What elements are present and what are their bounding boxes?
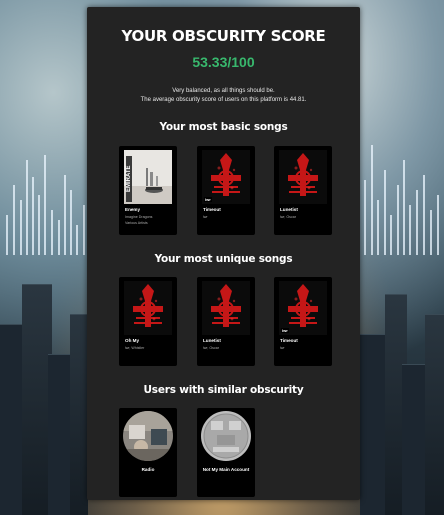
user-avatar — [201, 411, 251, 461]
song-card[interactable]: lwr Timeout lwr — [197, 146, 255, 235]
svg-text:EMIRATE: EMIRATE — [126, 165, 132, 192]
page-title: YOUR OBSCURITY SCORE — [121, 27, 326, 45]
artist-line: Various Artists — [125, 220, 148, 225]
song-artist: Imagine Dragons Various Artists — [125, 215, 173, 226]
album-art: EMIRATE — [124, 150, 172, 204]
song-card[interactable]: Lunetist lwr, Oscar — [197, 277, 255, 366]
user-name: Radio — [141, 467, 155, 472]
artist-line: lwr — [280, 346, 285, 350]
song-title: Lunetist — [280, 207, 298, 212]
unique-songs-heading: Your most unique songs — [154, 253, 293, 265]
album-art: lwr — [202, 150, 250, 204]
similar-users-heading: Users with similar obscurity — [143, 384, 304, 396]
artist-line: lwr — [203, 215, 208, 219]
user-card[interactable]: Not My Main Account — [197, 408, 255, 497]
song-title: Timeout — [280, 338, 298, 343]
song-card[interactable]: Oh My lwr, Whistler — [119, 277, 177, 366]
album-art — [202, 281, 250, 335]
description-line-1: Very balanced, as all things should be. — [172, 88, 275, 94]
user-card[interactable]: Radio — [119, 408, 177, 497]
song-card[interactable]: Lunetist lwr, Oscar — [274, 146, 332, 235]
song-artist: lwr, Oscar — [203, 346, 251, 352]
song-title: Timeout — [203, 207, 221, 212]
song-card[interactable]: EMIRATE Enemy Imagine Dragons Various Arti… — [119, 146, 177, 235]
album-art — [124, 281, 172, 335]
obscurity-score: 53.33/100 — [192, 54, 255, 70]
song-title: Enemy — [125, 207, 141, 212]
song-title: Lunetist — [203, 338, 221, 343]
album-art — [279, 150, 327, 204]
user-avatar — [123, 411, 173, 461]
artist-line: lwr, Oscar — [280, 215, 296, 219]
artist-line: lwr, Oscar — [203, 346, 219, 350]
basic-songs-heading: Your most basic songs — [159, 121, 288, 133]
song-artist: lwr — [203, 215, 251, 221]
artist-line: lwr, Whistler — [125, 346, 145, 350]
obscurity-panel: YOUR OBSCURITY SCORE 53.33/100 Very bala… — [87, 7, 360, 500]
score-description: Very balanced, as all things should be. … — [87, 87, 360, 105]
song-title: Oh My — [125, 338, 140, 343]
song-card[interactable]: lwr Timeout lwr — [274, 277, 332, 366]
description-line-2: The average obscurity score of users on … — [140, 97, 307, 103]
user-name: Not My Main Account — [202, 467, 250, 472]
song-artist: lwr, Oscar — [280, 215, 328, 221]
song-artist: lwr — [280, 346, 328, 352]
artist-badge: lwr — [281, 328, 289, 333]
song-artist: lwr, Whistler — [125, 346, 173, 352]
artist-badge: lwr — [204, 197, 212, 202]
album-art: lwr — [279, 281, 327, 335]
